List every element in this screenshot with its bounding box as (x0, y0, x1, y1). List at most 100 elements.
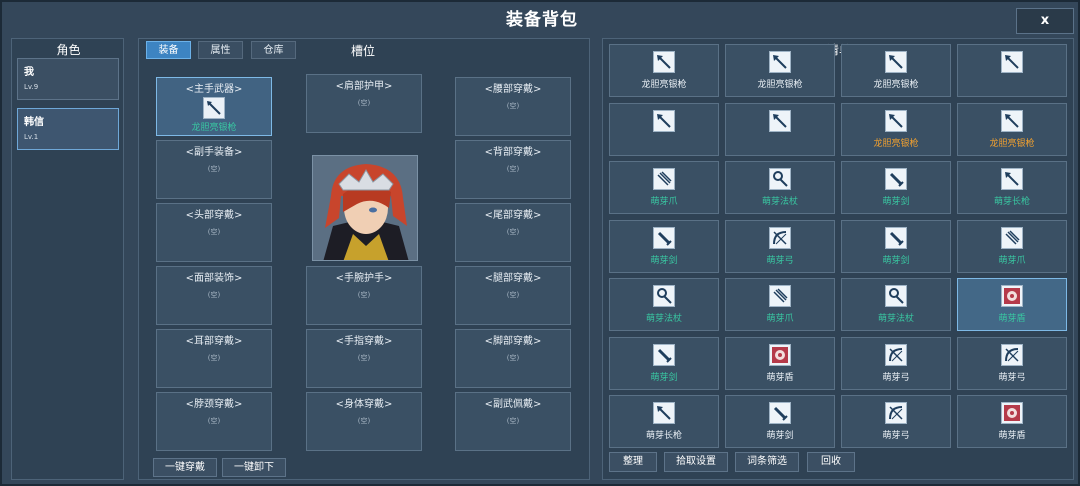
item-name: 龙胆亮银枪 (989, 138, 1035, 149)
equip-all-button[interactable]: 一键穿戴 (153, 458, 217, 477)
inventory-item[interactable]: 萌芽法杖 (841, 278, 951, 331)
inventory-item[interactable]: 萌芽弓 (957, 336, 1067, 390)
slot-body[interactable]: <身体穿戴> (空) (306, 392, 422, 451)
inventory-item[interactable] (957, 44, 1067, 97)
inventory-item[interactable]: 龙胆亮银枪 (841, 44, 951, 97)
equipment-panel: 装备 属性 仓库 槽位 <主手武器> 龙胆亮银枪 <副手装备> (空) <头部穿… (138, 38, 590, 480)
inventory-item[interactable]: 萌芽爪 (957, 219, 1067, 273)
slot-back[interactable]: <背部穿戴> (空) (455, 140, 571, 199)
slot-tail[interactable]: <尾部穿戴> (空) (455, 203, 571, 262)
item-name: 龙胆亮银枪 (641, 80, 687, 90)
close-button[interactable]: x (1016, 8, 1074, 34)
slot-main-weapon[interactable]: <主手武器> 龙胆亮银枪 (156, 77, 272, 136)
inventory-item[interactable] (725, 102, 835, 156)
slot-empty-text: (空) (207, 354, 221, 362)
tab-attributes[interactable]: 属性 (198, 41, 243, 59)
role-panel-title: 角色 (56, 43, 81, 57)
slot-label: <耳部穿戴> (185, 336, 243, 347)
inventory-item[interactable]: 萌芽法杖 (725, 161, 835, 214)
inventory-item[interactable]: 龙胆亮银枪 (609, 44, 719, 97)
inventory-item[interactable]: 萌芽法杖 (609, 278, 719, 331)
item-name: 萌芽剑 (650, 372, 678, 383)
inventory-item[interactable]: 龙胆亮银枪 (841, 102, 951, 156)
inventory-item[interactable]: 萌芽剑 (609, 219, 719, 273)
slot-secondary-weapon[interactable]: <副武佩戴> (空) (455, 392, 571, 451)
slot-label: <副手装备> (185, 147, 243, 158)
staff-icon (653, 285, 675, 307)
slots-title: 槽位 (350, 44, 375, 58)
shield-icon (1001, 402, 1023, 424)
slot-neck[interactable]: <脖颈穿戴> (空) (156, 392, 272, 451)
slot-offhand[interactable]: <副手装备> (空) (156, 140, 272, 199)
unequip-all-button[interactable]: 一键卸下 (222, 458, 286, 477)
slot-waist[interactable]: <腰部穿戴> (空) (455, 77, 571, 136)
tab-equip[interactable]: 装备 (146, 41, 191, 59)
slot-label: <身体穿戴> (335, 399, 393, 410)
slot-wrist[interactable]: <手腕护手> (空) (306, 266, 422, 325)
claw-icon (769, 285, 791, 307)
staff-icon (885, 285, 907, 307)
inventory-item[interactable]: 萌芽爪 (609, 161, 719, 214)
slot-shoulder[interactable]: <肩部护甲> (空) (306, 74, 422, 133)
bow-icon (769, 226, 791, 249)
affix-filter-button[interactable]: 词条筛选 (735, 452, 799, 472)
inventory-item[interactable]: 萌芽盾 (957, 278, 1067, 331)
item-name: 萌芽剑 (650, 255, 678, 266)
slot-label: <手腕护手> (335, 273, 393, 284)
role-card-hanxin[interactable]: 韩信 Lv.1 (17, 108, 119, 150)
sword-icon (653, 226, 675, 249)
slot-label: <尾部穿戴> (484, 210, 542, 221)
slot-face[interactable]: <面部装饰> (空) (156, 266, 272, 325)
role-level: Lv.9 (24, 83, 39, 91)
item-name: 萌芽剑 (882, 255, 910, 266)
sort-button[interactable]: 整理 (609, 452, 657, 472)
sword-icon (769, 402, 791, 424)
item-name: 萌芽盾 (766, 372, 794, 383)
slot-empty-text: (空) (506, 102, 520, 110)
role-panel: 角色 我 Lv.9 韩信 Lv.1 (11, 38, 124, 480)
inventory-item[interactable]: 萌芽盾 (725, 336, 835, 390)
role-card-me[interactable]: 我 Lv.9 (17, 58, 119, 100)
claw-icon (1001, 226, 1023, 249)
inventory-item[interactable]: 萌芽剑 (725, 395, 835, 448)
slot-ear[interactable]: <耳部穿戴> (空) (156, 329, 272, 388)
inventory-item[interactable]: 萌芽弓 (841, 336, 951, 390)
inventory-item[interactable]: 萌芽剑 (841, 161, 951, 214)
shield-icon (769, 343, 791, 366)
inventory-item[interactable]: 萌芽长枪 (609, 395, 719, 448)
inventory-item[interactable]: 萌芽弓 (841, 395, 951, 448)
slot-item-name: 龙胆亮银枪 (191, 123, 237, 133)
inventory-item[interactable]: 萌芽盾 (957, 395, 1067, 448)
slot-label: <手指穿戴> (335, 336, 393, 347)
spear-icon (203, 97, 225, 119)
inventory-item[interactable]: 龙胆亮银枪 (957, 102, 1067, 156)
spear-icon (885, 51, 907, 73)
character-portrait (312, 155, 418, 261)
slot-empty-text: (空) (357, 291, 371, 299)
inventory-item[interactable] (609, 102, 719, 156)
spear-icon (1001, 109, 1023, 132)
item-name: 萌芽法杖 (877, 314, 914, 324)
slot-label: <肩部护甲> (335, 81, 393, 92)
slot-empty-text: (空) (357, 99, 371, 107)
bow-icon (885, 343, 907, 366)
inventory-item[interactable]: 萌芽剑 (609, 336, 719, 390)
inventory-item[interactable]: 萌芽剑 (841, 219, 951, 273)
inventory-item[interactable]: 萌芽弓 (725, 219, 835, 273)
slot-finger[interactable]: <手指穿戴> (空) (306, 329, 422, 388)
slot-empty-text: (空) (357, 417, 371, 425)
tab-warehouse[interactable]: 仓库 (251, 41, 296, 59)
pickup-settings-button[interactable]: 拾取设置 (664, 452, 728, 472)
inventory-item[interactable]: 萌芽爪 (725, 278, 835, 331)
role-level: Lv.1 (24, 133, 39, 141)
item-name: 萌芽法杖 (645, 314, 682, 324)
inventory-item[interactable]: 萌芽长枪 (957, 161, 1067, 214)
slot-foot[interactable]: <脚部穿戴> (空) (455, 329, 571, 388)
item-name: 萌芽长枪 (993, 197, 1030, 207)
slot-leg[interactable]: <腿部穿戴> (空) (455, 266, 571, 325)
inventory-item[interactable]: 龙胆亮银枪 (725, 44, 835, 97)
recycle-button[interactable]: 回收 (807, 452, 855, 472)
slot-head[interactable]: <头部穿戴> (空) (156, 203, 272, 262)
slot-label: <头部穿戴> (185, 210, 243, 221)
item-name: 萌芽弓 (998, 372, 1026, 383)
